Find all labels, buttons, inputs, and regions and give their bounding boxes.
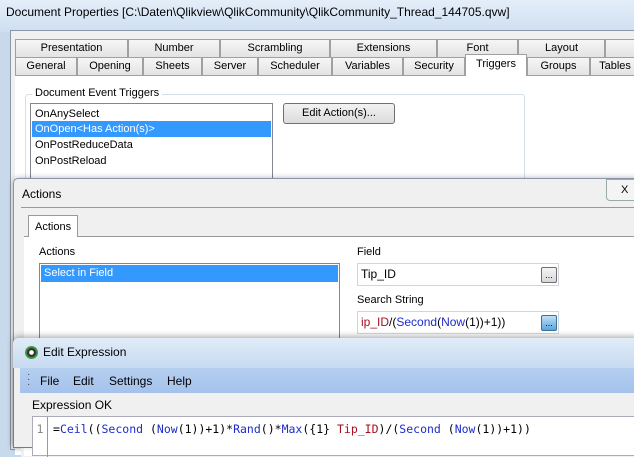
tab-number[interactable]: Number: [128, 39, 220, 57]
close-icon: X: [621, 184, 629, 196]
code-token: ({1}: [302, 422, 337, 436]
code-token: (1))+1)): [475, 422, 531, 436]
code-token: (: [440, 422, 455, 436]
tab-opening[interactable]: Opening: [77, 57, 143, 75]
tab-triggers[interactable]: Triggers: [465, 54, 527, 76]
tab-variables[interactable]: Variables: [332, 57, 403, 75]
code-token: ((: [87, 422, 102, 436]
code-token: Now: [156, 422, 178, 436]
code-token: Tip_ID: [336, 422, 379, 436]
menu-bar: · · · File Edit Settings Help: [20, 368, 634, 393]
code-token: Rand: [233, 422, 261, 436]
tab-presentation[interactable]: Presentation: [15, 39, 128, 57]
list-item[interactable]: OnPostReload: [32, 153, 271, 169]
actions-list-label: Actions: [39, 246, 76, 258]
tab-groups[interactable]: Groups: [527, 57, 590, 75]
expression-code[interactable]: =Ceil((Second (Now(1))+1)*Rand()*Max({1}…: [53, 422, 531, 436]
list-item[interactable]: OnAnySelect: [32, 106, 271, 122]
close-button[interactable]: X: [606, 179, 634, 201]
tab-layout[interactable]: Layout: [518, 39, 605, 57]
tab-tables[interactable]: Tables: [590, 57, 634, 75]
window-title: Document Properties [C:\Daten\Qlikview\Q…: [6, 5, 510, 19]
code-token: Ceil: [59, 422, 88, 436]
actions-list[interactable]: Select in Field: [39, 263, 340, 343]
menu-file[interactable]: File: [40, 374, 59, 388]
code-token: (: [143, 422, 157, 436]
menu-help[interactable]: Help: [167, 374, 192, 388]
list-item[interactable]: Select in Field: [41, 265, 338, 282]
list-item[interactable]: OnOpen<Has Action(s)>: [32, 121, 271, 137]
edit-expression-title-bar: Edit Expression: [13, 338, 634, 368]
code-token: )/(: [378, 422, 400, 436]
search-string-expression-button[interactable]: ...: [541, 315, 557, 331]
list-item[interactable]: OnPostReduceData: [32, 137, 271, 153]
tab-sheets[interactable]: Sheets: [143, 57, 202, 75]
search-string-input[interactable]: ip_ID/(Second(Now(1))+1)): [357, 311, 559, 334]
code-token: Now: [454, 422, 476, 436]
code-token: ()*: [260, 422, 282, 436]
code-token: =: [53, 422, 60, 436]
line-number: 1: [33, 417, 48, 457]
menu-settings[interactable]: Settings: [109, 374, 152, 388]
code-token: Max: [281, 422, 303, 436]
qlikview-icon: [25, 346, 38, 359]
expression-status: Expression OK: [32, 398, 113, 412]
tab-security[interactable]: Security: [403, 57, 465, 75]
search-string-label: Search String: [357, 294, 424, 306]
tab-actions[interactable]: Actions: [28, 215, 78, 237]
tab-server[interactable]: Server: [202, 57, 258, 75]
code-token: (1))+1)*: [177, 422, 234, 436]
edit-actions-button[interactable]: Edit Action(s)...: [283, 103, 395, 124]
edit-expression-title: Edit Expression: [43, 345, 127, 359]
tab-more[interactable]: [605, 39, 634, 57]
field-label: Field: [357, 246, 381, 258]
tab-extensions[interactable]: Extensions: [330, 39, 437, 57]
expression-editor[interactable]: 1 =Ceil((Second (Now(1))+1)*Rand()*Max({…: [32, 416, 634, 457]
tab-scheduler[interactable]: Scheduler: [258, 57, 332, 75]
tab-general[interactable]: General: [15, 57, 77, 75]
menu-edit[interactable]: Edit: [73, 374, 94, 388]
field-input[interactable]: Tip_ID: [357, 263, 559, 286]
code-token: Second: [399, 422, 441, 436]
triggers-list[interactable]: OnAnySelect OnOpen<Has Action(s)> OnPost…: [30, 103, 273, 183]
actions-dialog-title: Actions: [22, 187, 62, 201]
field-browse-button[interactable]: ...: [541, 267, 557, 283]
tab-scrambling[interactable]: Scrambling: [220, 39, 330, 57]
code-token: Second: [101, 422, 144, 436]
group-label: Document Event Triggers: [32, 87, 163, 99]
